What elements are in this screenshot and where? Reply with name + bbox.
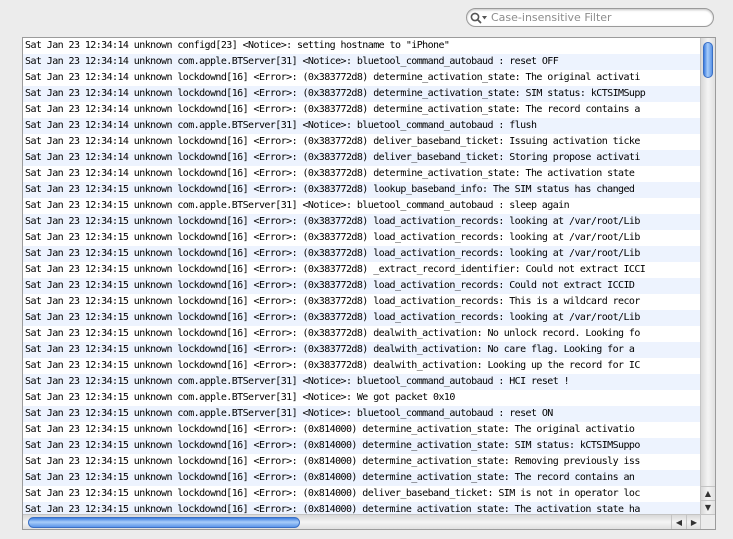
log-line[interactable]: Sat Jan 23 12:34:15 unknown lockdownd[16… bbox=[23, 470, 701, 486]
log-line[interactable]: Sat Jan 23 12:34:15 unknown com.apple.BT… bbox=[23, 374, 701, 390]
log-lines: Sat Jan 23 12:34:14 unknown configd[23] … bbox=[23, 38, 701, 514]
log-line[interactable]: Sat Jan 23 12:34:15 unknown lockdownd[16… bbox=[23, 214, 701, 230]
log-line[interactable]: Sat Jan 23 12:34:15 unknown lockdownd[16… bbox=[23, 454, 701, 470]
log-line[interactable]: Sat Jan 23 12:34:15 unknown lockdownd[16… bbox=[23, 326, 701, 342]
log-line[interactable]: Sat Jan 23 12:34:15 unknown lockdownd[16… bbox=[23, 246, 701, 262]
log-line[interactable]: Sat Jan 23 12:34:15 unknown lockdownd[16… bbox=[23, 502, 701, 514]
scroll-left-arrow-icon[interactable]: ◀ bbox=[671, 515, 686, 529]
log-line[interactable]: Sat Jan 23 12:34:15 unknown lockdownd[16… bbox=[23, 262, 701, 278]
log-view[interactable]: Sat Jan 23 12:34:14 unknown configd[23] … bbox=[22, 37, 716, 530]
scroll-up-arrow-icon[interactable]: ▲ bbox=[701, 486, 715, 500]
log-line[interactable]: Sat Jan 23 12:34:14 unknown lockdownd[16… bbox=[23, 134, 701, 150]
log-line[interactable]: Sat Jan 23 12:34:15 unknown lockdownd[16… bbox=[23, 294, 701, 310]
log-line[interactable]: Sat Jan 23 12:34:15 unknown lockdownd[16… bbox=[23, 486, 701, 502]
log-line[interactable]: Sat Jan 23 12:34:15 unknown com.apple.BT… bbox=[23, 198, 701, 214]
vertical-scrollbar[interactable]: ▲ ▼ bbox=[700, 38, 715, 514]
log-line[interactable]: Sat Jan 23 12:34:15 unknown lockdownd[16… bbox=[23, 438, 701, 454]
filter-input[interactable] bbox=[491, 10, 713, 25]
log-line[interactable]: Sat Jan 23 12:34:15 unknown lockdownd[16… bbox=[23, 310, 701, 326]
log-line[interactable]: Sat Jan 23 12:34:15 unknown lockdownd[16… bbox=[23, 358, 701, 374]
log-line[interactable]: Sat Jan 23 12:34:15 unknown lockdownd[16… bbox=[23, 230, 701, 246]
log-line[interactable]: Sat Jan 23 12:34:14 unknown com.apple.BT… bbox=[23, 54, 701, 70]
log-line[interactable]: Sat Jan 23 12:34:14 unknown com.apple.BT… bbox=[23, 118, 701, 134]
horizontal-scroll-thumb[interactable] bbox=[28, 517, 300, 528]
resize-corner bbox=[700, 514, 715, 529]
vertical-scroll-thumb[interactable] bbox=[703, 42, 713, 78]
scroll-right-arrow-icon[interactable]: ▶ bbox=[686, 515, 701, 529]
log-line[interactable]: Sat Jan 23 12:34:15 unknown com.apple.BT… bbox=[23, 390, 701, 406]
log-line[interactable]: Sat Jan 23 12:34:15 unknown com.apple.BT… bbox=[23, 406, 701, 422]
log-line[interactable]: Sat Jan 23 12:34:14 unknown lockdownd[16… bbox=[23, 86, 701, 102]
filter-search-field[interactable] bbox=[466, 8, 714, 27]
log-line[interactable]: Sat Jan 23 12:34:15 unknown lockdownd[16… bbox=[23, 422, 701, 438]
horizontal-scrollbar[interactable]: ◀ ▶ bbox=[23, 514, 701, 529]
magnifier-dropdown-icon[interactable] bbox=[467, 9, 491, 26]
scroll-down-arrow-icon[interactable]: ▼ bbox=[701, 500, 715, 514]
log-line[interactable]: Sat Jan 23 12:34:15 unknown lockdownd[16… bbox=[23, 342, 701, 358]
log-line[interactable]: Sat Jan 23 12:34:14 unknown lockdownd[16… bbox=[23, 150, 701, 166]
log-line[interactable]: Sat Jan 23 12:34:15 unknown lockdownd[16… bbox=[23, 182, 701, 198]
log-line[interactable]: Sat Jan 23 12:34:14 unknown lockdownd[16… bbox=[23, 70, 701, 86]
log-line[interactable]: Sat Jan 23 12:34:15 unknown lockdownd[16… bbox=[23, 278, 701, 294]
log-line[interactable]: Sat Jan 23 12:34:14 unknown lockdownd[16… bbox=[23, 102, 701, 118]
log-line[interactable]: Sat Jan 23 12:34:14 unknown lockdownd[16… bbox=[23, 166, 701, 182]
log-line[interactable]: Sat Jan 23 12:34:14 unknown configd[23] … bbox=[23, 38, 701, 54]
